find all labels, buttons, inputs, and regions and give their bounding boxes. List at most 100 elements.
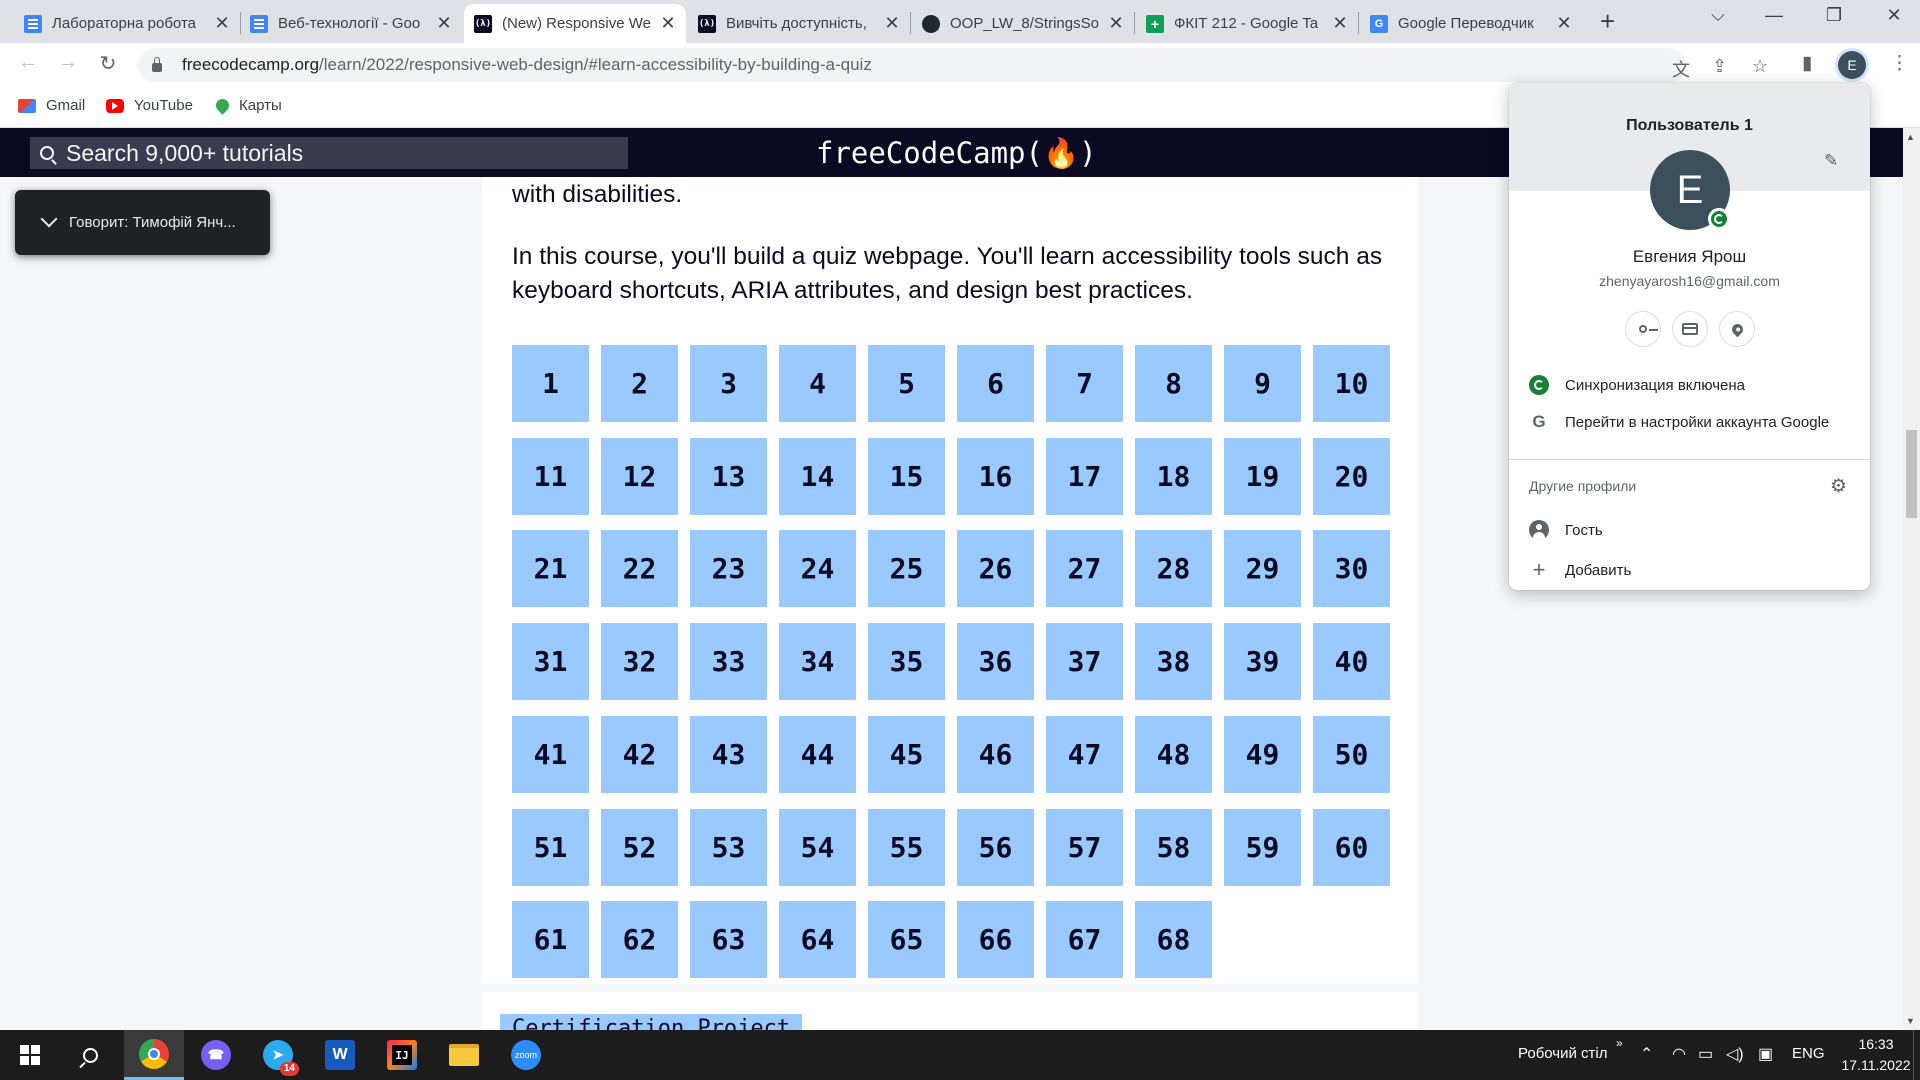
- step-button[interactable]: 22: [601, 530, 678, 608]
- payment-methods-button[interactable]: [1672, 311, 1708, 347]
- step-button[interactable]: 8: [1135, 345, 1212, 422]
- step-button[interactable]: 45: [868, 715, 945, 793]
- step-button[interactable]: 25: [868, 530, 945, 608]
- show-desktop-button[interactable]: [1913, 1030, 1920, 1080]
- step-button[interactable]: 37: [1046, 623, 1123, 701]
- start-button[interactable]: [0, 1030, 60, 1080]
- tab-web-technologies[interactable]: Веб-технології - Goo ✕: [240, 4, 462, 43]
- step-button[interactable]: 51: [512, 808, 589, 886]
- step-button[interactable]: 12: [601, 437, 678, 515]
- step-button[interactable]: 6: [957, 345, 1034, 422]
- step-button[interactable]: 43: [690, 715, 767, 793]
- close-window-icon[interactable]: ✕: [1874, 5, 1914, 26]
- fcc-logo[interactable]: freeCodeCamp(🔥): [816, 136, 1097, 171]
- step-button[interactable]: 17: [1046, 437, 1123, 515]
- step-button[interactable]: 50: [1313, 715, 1390, 793]
- step-button[interactable]: 1: [512, 345, 589, 422]
- battery-icon[interactable]: ▭: [1698, 1044, 1713, 1064]
- step-button[interactable]: 65: [868, 901, 945, 979]
- page-scrollbar[interactable]: ▲ ▼: [1903, 128, 1920, 1030]
- close-icon[interactable]: ✕: [1332, 13, 1348, 34]
- reload-icon[interactable]: ↻: [94, 51, 122, 76]
- bookmark-youtube[interactable]: YouTube: [106, 97, 193, 114]
- taskbar-intellij[interactable]: IJ: [372, 1030, 432, 1080]
- lock-icon[interactable]: [152, 56, 162, 72]
- scroll-up-arrow-icon[interactable]: ▲: [1906, 132, 1915, 142]
- step-button[interactable]: 60: [1313, 808, 1390, 886]
- step-button[interactable]: 23: [690, 530, 767, 608]
- step-button[interactable]: 36: [957, 623, 1034, 701]
- step-button[interactable]: 4: [779, 345, 856, 422]
- step-button[interactable]: 14: [779, 437, 856, 515]
- step-button[interactable]: 53: [690, 808, 767, 886]
- step-button[interactable]: 33: [690, 623, 767, 701]
- step-button[interactable]: 57: [1046, 808, 1123, 886]
- step-button[interactable]: 46: [957, 715, 1034, 793]
- step-button[interactable]: 15: [868, 437, 945, 515]
- step-button[interactable]: 68: [1135, 901, 1212, 979]
- desktop-toolbar-label[interactable]: Робочий стіл: [1518, 1045, 1608, 1062]
- step-button[interactable]: 35: [868, 623, 945, 701]
- step-button[interactable]: 11: [512, 437, 589, 515]
- taskbar-search-button[interactable]: [60, 1030, 120, 1080]
- tab-search-chevron-icon[interactable]: ⌵: [1698, 5, 1738, 26]
- step-button[interactable]: 67: [1046, 901, 1123, 979]
- volume-icon[interactable]: ◁): [1726, 1044, 1744, 1064]
- step-button[interactable]: 56: [957, 808, 1034, 886]
- close-icon[interactable]: ✕: [1556, 13, 1572, 34]
- taskbar-zoom[interactable]: zoom: [496, 1030, 556, 1080]
- step-button[interactable]: 38: [1135, 623, 1212, 701]
- scrollbar-thumb[interactable]: [1906, 430, 1917, 518]
- restore-icon[interactable]: ❐: [1814, 5, 1854, 26]
- forward-arrow-icon[interactable]: →: [54, 51, 82, 74]
- close-icon[interactable]: ✕: [214, 13, 230, 34]
- step-button[interactable]: 16: [957, 437, 1034, 515]
- step-button[interactable]: 21: [512, 530, 589, 608]
- step-button[interactable]: 39: [1224, 623, 1301, 701]
- step-button[interactable]: 63: [690, 901, 767, 979]
- taskbar-chrome[interactable]: [124, 1030, 184, 1080]
- step-button[interactable]: 64: [779, 901, 856, 979]
- step-button[interactable]: 13: [690, 437, 767, 515]
- step-button[interactable]: 27: [1046, 530, 1123, 608]
- step-button[interactable]: 42: [601, 715, 678, 793]
- profile-avatar-button[interactable]: E: [1838, 51, 1866, 79]
- step-button[interactable]: 32: [601, 623, 678, 701]
- taskbar-viber[interactable]: ☎: [186, 1030, 246, 1080]
- step-button[interactable]: 41: [512, 715, 589, 793]
- step-button[interactable]: 54: [779, 808, 856, 886]
- share-icon[interactable]: ⇪: [1712, 56, 1727, 77]
- step-button[interactable]: 61: [512, 901, 589, 979]
- addresses-button[interactable]: [1719, 311, 1755, 347]
- side-panel-icon[interactable]: ▮: [1802, 52, 1812, 75]
- step-button[interactable]: 5: [868, 345, 945, 422]
- step-button[interactable]: 19: [1224, 437, 1301, 515]
- certification-project-label[interactable]: Certification Project: [500, 1014, 803, 1030]
- tab-responsive-web-design[interactable]: (λ) (New) Responsive We ✕: [464, 4, 686, 43]
- guest-profile-row[interactable]: Гость: [1509, 513, 1870, 547]
- chevron-down-icon[interactable]: [40, 210, 58, 227]
- edit-pencil-icon[interactable]: ✎: [1824, 151, 1838, 171]
- close-icon[interactable]: ✕: [1108, 13, 1124, 34]
- taskbar-telegram[interactable]: ➤ 14: [248, 1030, 308, 1080]
- bookmark-maps[interactable]: Карты: [213, 96, 282, 115]
- taskbar-file-explorer[interactable]: [434, 1030, 494, 1080]
- passwords-button[interactable]: [1625, 311, 1661, 347]
- back-arrow-icon[interactable]: ←: [14, 51, 42, 74]
- add-profile-row[interactable]: + Добавить: [1509, 553, 1870, 587]
- step-button[interactable]: 58: [1135, 808, 1212, 886]
- step-button[interactable]: 40: [1313, 623, 1390, 701]
- step-button[interactable]: 3: [690, 345, 767, 422]
- step-button[interactable]: 66: [957, 901, 1034, 979]
- step-button[interactable]: 62: [601, 901, 678, 979]
- step-button[interactable]: 30: [1313, 530, 1390, 608]
- step-button[interactable]: 52: [601, 808, 678, 886]
- step-button[interactable]: 20: [1313, 437, 1390, 515]
- step-button[interactable]: 59: [1224, 808, 1301, 886]
- toolbar-expand-icon[interactable]: »: [1616, 1036, 1623, 1050]
- step-button[interactable]: 18: [1135, 437, 1212, 515]
- tab-fkit-sheet[interactable]: ФКІТ 212 - Google Ta ✕: [1136, 4, 1358, 43]
- taskbar-word[interactable]: W: [310, 1030, 370, 1080]
- step-button[interactable]: 34: [779, 623, 856, 701]
- translate-page-icon[interactable]: 文: [1672, 56, 1690, 82]
